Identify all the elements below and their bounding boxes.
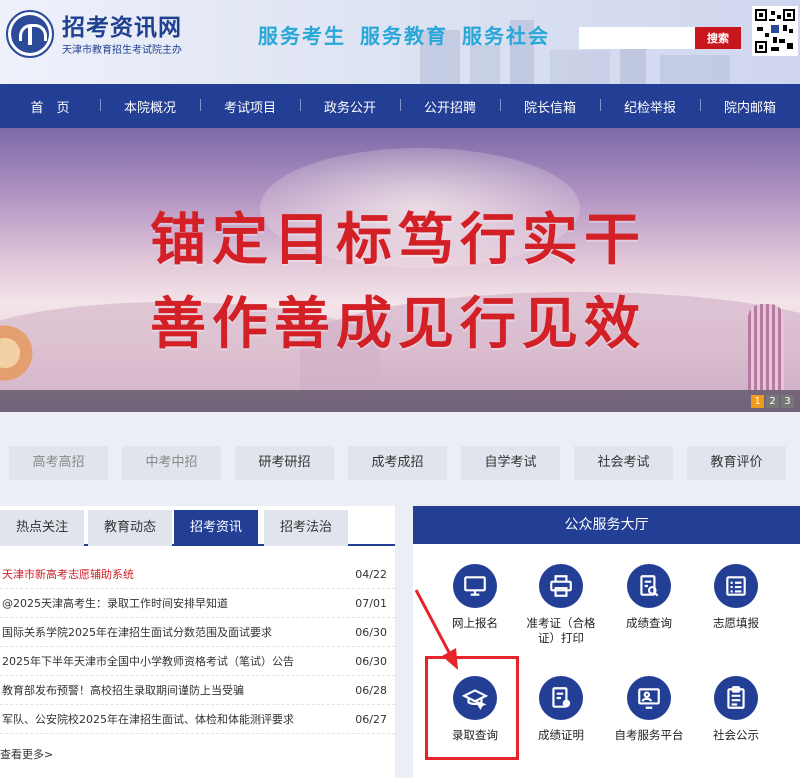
form-list-icon: [714, 564, 758, 608]
news-item[interactable]: 教育部发布预警！高校招生录取期间谨防上当受骗 06/28: [0, 676, 395, 705]
banner-dot-3[interactable]: 3: [781, 395, 794, 408]
service-public-notice[interactable]: 社会公示: [696, 676, 776, 743]
news-title: 天津市新高考志愿辅助系统: [2, 568, 134, 581]
news-title: @2025天津高考生：录取工作时间安排早知道: [2, 597, 228, 610]
category-graduate-exam[interactable]: 研考研招: [235, 446, 334, 480]
slogan-3: 服务社会: [462, 24, 550, 48]
news-title: 2025年下半年天津市全国中小学教师资格考试（笔试）公告: [2, 655, 294, 668]
service-label: 成绩证明: [538, 728, 584, 742]
service-hall-title: 公众服务大厅: [413, 506, 800, 544]
news-item[interactable]: 2025年下半年天津市全国中小学教师资格考试（笔试）公告 06/30: [0, 647, 395, 676]
news-date: 07/01: [355, 596, 387, 610]
service-label: 准考证（合格证）打印: [526, 616, 596, 645]
main-nav: 首 页 本院概况 考试项目 政务公开 公开招聘 院长信箱 纪检举报 院内邮箱: [0, 84, 800, 128]
news-item[interactable]: 天津市新高考志愿辅助系统 04/22: [0, 560, 395, 589]
service-label: 成绩查询: [626, 616, 672, 630]
nav-president-mailbox[interactable]: 院长信箱: [500, 97, 600, 116]
clipboard-icon: [714, 676, 758, 720]
document-search-icon: [627, 564, 671, 608]
view-more-link[interactable]: 查看更多>: [0, 746, 53, 762]
banner-pagination: 1 2 3: [751, 395, 794, 408]
service-self-study-platform[interactable]: 自考服务平台: [609, 676, 689, 743]
news-panel: 热点关注 教育动态 招考资讯 招考法治 天津市新高考志愿辅助系统 04/22 @2…: [0, 506, 395, 778]
annotation-arrow-icon: [414, 589, 458, 670]
nav-recruitment[interactable]: 公开招聘: [400, 97, 500, 116]
tab-education-news[interactable]: 教育动态: [88, 510, 172, 546]
news-tabs: 热点关注 教育动态 招考资讯 招考法治: [0, 506, 395, 546]
site-title[interactable]: 招考资讯网: [62, 8, 182, 42]
service-label: 志愿填报: [713, 616, 759, 630]
category-self-study-exam[interactable]: 自学考试: [461, 446, 560, 480]
slogan: 服务考生 服务教育 服务社会: [258, 20, 564, 49]
certificate-icon: [539, 676, 583, 720]
nav-about[interactable]: 本院概况: [100, 97, 200, 116]
news-title: 教育部发布预警！高校招生录取期间谨防上当受骗: [2, 684, 244, 697]
logo-emblem[interactable]: TAEA: [6, 10, 54, 58]
news-title: 军队、公安院校2025年在津招生面试、体检和体能测评要求: [2, 713, 294, 726]
banner-headline-2: 善作善成见行见效: [150, 292, 646, 357]
news-date: 04/22: [355, 567, 387, 581]
banner-headline-1: 锚定目标笃行实干: [150, 208, 646, 273]
tab-exam-info[interactable]: 招考资讯: [174, 510, 258, 546]
slogan-1: 服务考生: [258, 24, 346, 48]
service-score-certificate[interactable]: 成绩证明: [521, 676, 601, 743]
site-header: TAEA 招考资讯网 天津市教育招生考试院主办 服务考生 服务教育 服务社会 搜索: [0, 0, 800, 84]
news-date: 06/28: [355, 683, 387, 697]
news-list: 天津市新高考志愿辅助系统 04/22 @2025天津高考生：录取工作时间安排早知道…: [0, 560, 395, 734]
category-education-evaluation[interactable]: 教育评价: [687, 446, 786, 480]
nav-internal-mail[interactable]: 院内邮箱: [700, 97, 800, 116]
banner-caption-bar: [0, 390, 800, 412]
site-subtitle: 天津市教育招生考试院主办: [62, 45, 182, 56]
hero-banner[interactable]: 锚定目标笃行实干 善作善成见行见效 1 2 3: [0, 128, 800, 412]
service-score-query[interactable]: 成绩查询: [609, 564, 689, 631]
news-date: 06/27: [355, 712, 387, 726]
category-adult-exam[interactable]: 成考成招: [348, 446, 447, 480]
slogan-2: 服务教育: [360, 24, 448, 48]
category-zhongkao[interactable]: 中考中招: [122, 446, 221, 480]
banner-tower-decoration: [748, 304, 784, 390]
service-admission-ticket-print[interactable]: 准考证（合格证）打印: [521, 564, 601, 646]
tab-exam-law[interactable]: 招考法治: [264, 510, 348, 546]
news-item[interactable]: 军队、公安院校2025年在津招生面试、体检和体能测评要求 06/27: [0, 705, 395, 734]
category-bar: 高考高招 中考中招 研考研招 成考成招 自学考试 社会考试 教育评价: [9, 446, 799, 480]
service-label: 社会公示: [713, 728, 759, 742]
nav-public-affairs[interactable]: 政务公开: [300, 97, 400, 116]
banner-dot-1[interactable]: 1: [751, 395, 764, 408]
nav-discipline-report[interactable]: 纪检举报: [600, 97, 700, 116]
banner-dot-2[interactable]: 2: [766, 395, 779, 408]
news-date: 06/30: [355, 654, 387, 668]
qr-code-icon: [752, 6, 798, 56]
news-item[interactable]: 国际关系学院2025年在津招生面试分数范围及面试要求 06/30: [0, 618, 395, 647]
service-application-filling[interactable]: 志愿填报: [696, 564, 776, 631]
printer-icon: [539, 564, 583, 608]
tab-hot-topics[interactable]: 热点关注: [0, 510, 84, 546]
search-input[interactable]: [579, 27, 695, 49]
monitor-user-icon: [627, 676, 671, 720]
news-title: 国际关系学院2025年在津招生面试分数范围及面试要求: [2, 626, 272, 639]
category-social-exam[interactable]: 社会考试: [574, 446, 673, 480]
news-date: 06/30: [355, 625, 387, 639]
nav-home[interactable]: 首 页: [0, 97, 100, 116]
logo-text: TAEA: [21, 46, 39, 53]
news-item[interactable]: @2025天津高考生：录取工作时间安排早知道 07/01: [0, 589, 395, 618]
service-label: 自考服务平台: [614, 728, 684, 742]
category-gaokao[interactable]: 高考高招: [9, 446, 108, 480]
nav-exams[interactable]: 考试项目: [200, 97, 300, 116]
search-button[interactable]: 搜索: [695, 27, 741, 49]
